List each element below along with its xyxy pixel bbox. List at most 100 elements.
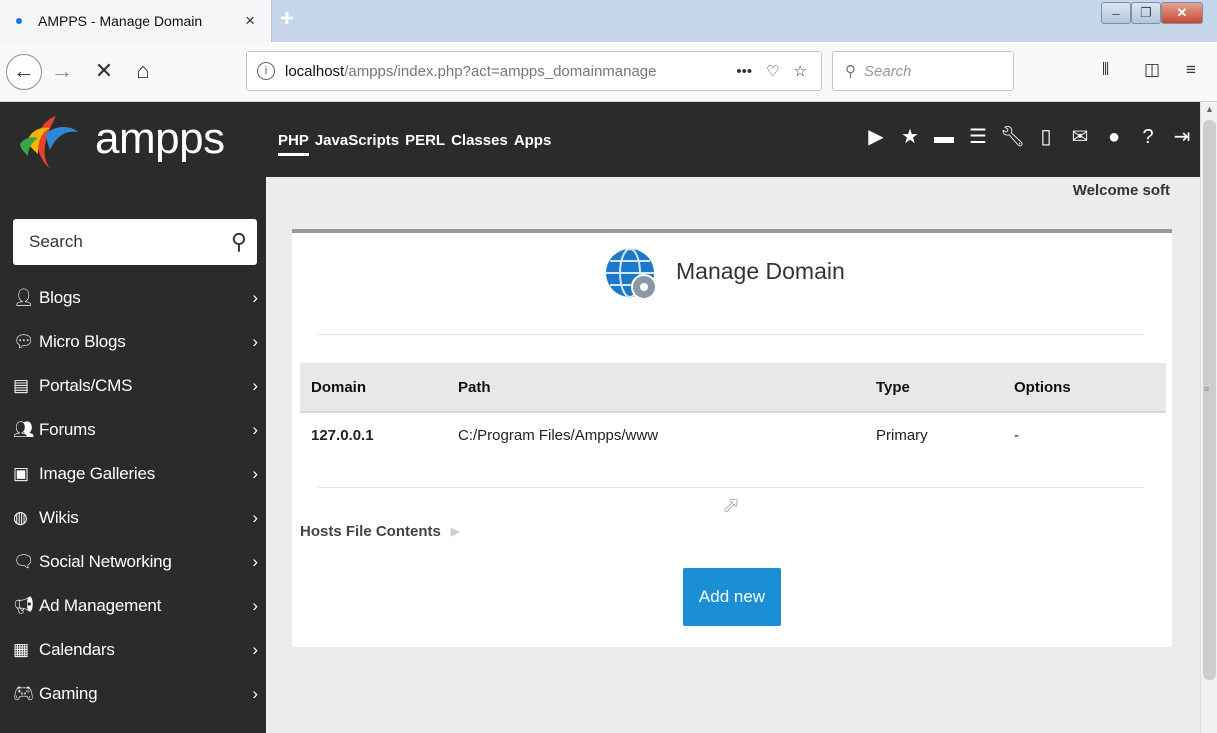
ampps-logo-icon[interactable] [16,110,82,170]
card-header: Manage Domain [604,247,845,303]
sidebar-item-label: Calendars [39,640,115,659]
calendar-icon: ▦ [13,640,30,659]
nav-perl[interactable]: PERL [405,132,445,156]
cell-options[interactable]: - [1014,427,1166,444]
new-tab-icon[interactable]: + [280,5,294,33]
info-icon[interactable]: i [257,62,275,80]
sidebar-item-blogs[interactable]: 👤︎ Blogs › [0,276,266,320]
wrench-icon[interactable]: 🔧︎ [1000,124,1025,150]
menu-icon[interactable]: ≡ [1186,60,1196,80]
mail-icon[interactable]: ✉ [1068,124,1092,150]
window-minimize-button[interactable]: – [1101,2,1131,24]
sidebar-item-calendars[interactable]: ▦ Calendars › [0,628,266,672]
scrollbar-thumb[interactable] [1203,120,1216,680]
palette-icon[interactable]: ● [1102,124,1126,150]
pocket-icon[interactable]: ♡ [766,62,779,80]
chevron-right-icon: › [252,420,258,439]
help-icon[interactable]: ? [1136,124,1160,150]
user-icon: 👤︎ [13,288,35,307]
sidebar-item-image-galleries[interactable]: ▣ Image Galleries › [0,452,266,496]
header-domain: Domain [311,378,367,396]
nav-classes[interactable]: Classes [451,132,508,156]
mouse-cursor-icon: ➚ [722,492,741,517]
sidebar-item-label: Social Networking [39,552,172,571]
chevron-right-icon: › [252,508,258,527]
page-scrollbar[interactable]: ▲ ≡ [1200,102,1217,733]
sidebar-item-wikis[interactable]: ◍ Wikis › [0,496,266,540]
chevron-right-icon: › [252,288,258,307]
hosts-file-label: Hosts File Contents [300,523,441,540]
nav-javascripts[interactable]: JavaScripts [315,132,399,156]
search-placeholder: Search [864,62,912,80]
manage-domain-card: Manage Domain Domain Path Type Options 1… [292,229,1172,647]
divider [318,487,1144,488]
header-toolbar: ▶ ★ ▬ ☰ 🔧︎ ▯ ✉ ● ? ⇥ [864,124,1194,150]
browser-tab[interactable]: AMPPS - Manage Domain × [0,0,272,42]
image-icon: ▣ [13,464,30,483]
megaphone-icon: 📢︎ [13,596,35,615]
sidebar-search-input[interactable]: Search ⚲ [13,219,257,265]
sidebar-item-label: Ad Management [39,596,162,615]
browser-search-input[interactable]: ⚲ Search [832,51,1014,91]
sidebar-item-ad-management[interactable]: 📢︎ Ad Management › [0,584,266,628]
sidebar-item-portals-cms[interactable]: ▤ Portals/CMS › [0,364,266,408]
list-icon[interactable]: ☰ [966,124,990,150]
browser-tabbar: AMPPS - Manage Domain × + – ❐ ✕ [0,0,1217,42]
tab-close-icon[interactable]: × [245,11,255,31]
header-path: Path [458,378,491,396]
divider [318,334,1144,335]
window-close-button[interactable]: ✕ [1161,2,1203,24]
bookmark-star-icon[interactable]: ☆ [794,62,807,80]
top-nav: PHP JavaScripts PERL Classes Apps [278,132,557,156]
sidebar-item-label: Gaming [39,684,98,703]
browser-navbar: ← → ✕ ⌂ i localhost/ampps/index.php?act=… [0,42,1217,102]
sidebar-item-label: Micro Blogs [39,332,126,351]
window-maximize-button[interactable]: ❐ [1131,2,1161,24]
url-text[interactable]: localhost/ampps/index.php?act=ampps_doma… [285,63,736,80]
sidebar-item-gaming[interactable]: 🎮︎ Gaming › [0,672,266,716]
page-title: Manage Domain [676,257,845,284]
url-bar[interactable]: i localhost/ampps/index.php?act=ampps_do… [246,51,822,91]
welcome-text: Welcome soft [1072,182,1170,199]
domain-table: Domain Path Type Options 127.0.0.1 C:/Pr… [300,363,1166,457]
cell-type: Primary [876,426,928,444]
chevron-right-icon: › [252,332,258,351]
nav-php[interactable]: PHP [278,132,309,156]
globe-icon: ◍ [13,508,28,527]
logo-text[interactable]: ampps [95,114,225,164]
loading-dot-icon [16,18,22,24]
app-header: ampps PHP JavaScripts PERL Classes Apps … [0,102,1200,177]
header-options: Options [1014,378,1071,396]
sidebar-item-forums[interactable]: 👥︎ Forums › [0,408,266,452]
hosts-file-toggle[interactable]: Hosts File Contents ▶ [300,523,459,540]
back-icon[interactable]: ← [6,54,42,90]
page-actions-icon[interactable]: ••• [736,63,752,80]
add-new-button[interactable]: Add new [683,568,781,626]
chevron-right-icon: › [252,552,258,571]
star-icon[interactable]: ★ [898,124,922,150]
scroll-up-icon[interactable]: ▲ [1205,104,1214,114]
chat-bubbles-icon: 💬︎ [13,332,35,351]
library-icon[interactable]: ⫴ [1102,60,1109,80]
header-type: Type [876,378,910,396]
scrollbar-grip-icon: ≡ [1204,384,1210,394]
nav-apps[interactable]: Apps [514,132,552,156]
sidebar-item-micro-blogs[interactable]: 💬︎ Micro Blogs › [0,320,266,364]
logout-icon[interactable]: ⇥ [1170,124,1194,150]
sidebar-item-social-networking[interactable]: 🗨︎ Social Networking › [0,540,266,584]
stop-icon[interactable]: ✕ [92,56,116,86]
archive-icon[interactable]: ▬ [932,124,956,150]
globe-gear-icon [606,248,657,300]
search-icon[interactable]: ⚲ [231,229,247,255]
sidebar: Search ⚲ 👤︎ Blogs › 💬︎ Micro Blogs › ▤ P… [0,177,266,733]
play-icon[interactable]: ▶ [864,124,888,150]
gamepad-icon: 🎮︎ [13,684,35,703]
cell-path: C:/Program Files/Ampps/www [458,426,659,444]
sidebar-icon[interactable]: ◫ [1144,60,1160,80]
chevron-right-icon: › [252,464,258,483]
forward-icon[interactable]: → [50,56,74,86]
home-icon[interactable]: ⌂ [130,56,156,86]
list-box-icon: ▤ [13,376,30,395]
file-icon[interactable]: ▯ [1034,124,1058,150]
table-header: Domain Path Type Options [300,363,1166,413]
